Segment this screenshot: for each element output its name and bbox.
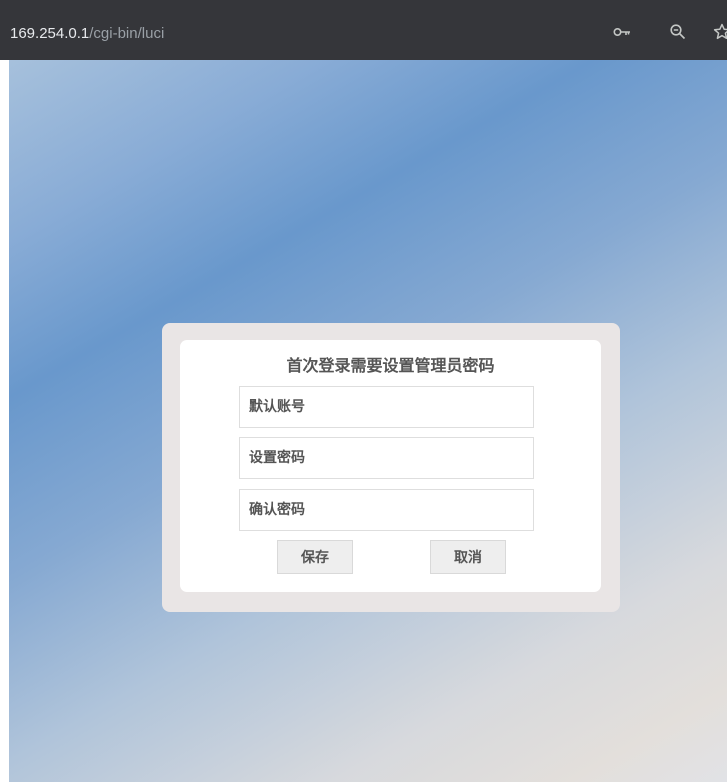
save-button[interactable]: 保存 [277,540,353,574]
page-background: 首次登录需要设置管理员密码 保存 取消 [0,60,727,782]
browser-window: 169.254.0.1/cgi-bin/luci 首次登录需要设置管理员密码 默… [0,0,727,782]
page-edge [0,60,9,782]
url-host: 169.254.0.1 [10,25,90,42]
account-input[interactable] [239,386,534,428]
password-input[interactable] [239,437,534,479]
dialog-title: 首次登录需要设置管理员密码 [286,356,495,375]
key-icon[interactable] [612,22,632,42]
cancel-button[interactable]: 取消 [430,540,506,574]
browser-toolbar: 169.254.0.1/cgi-bin/luci [0,0,727,60]
address-bar[interactable]: 169.254.0.1/cgi-bin/luci [10,24,164,44]
password-setup-dialog: 首次登录需要设置管理员密码 保存 取消 [162,323,620,612]
confirm-password-input[interactable] [239,489,534,531]
password-setup-form: 首次登录需要设置管理员密码 保存 取消 [180,340,601,592]
zoom-icon[interactable] [668,22,688,42]
url-path: /cgi-bin/luci [89,25,165,42]
bookmark-star-icon[interactable] [712,22,727,42]
